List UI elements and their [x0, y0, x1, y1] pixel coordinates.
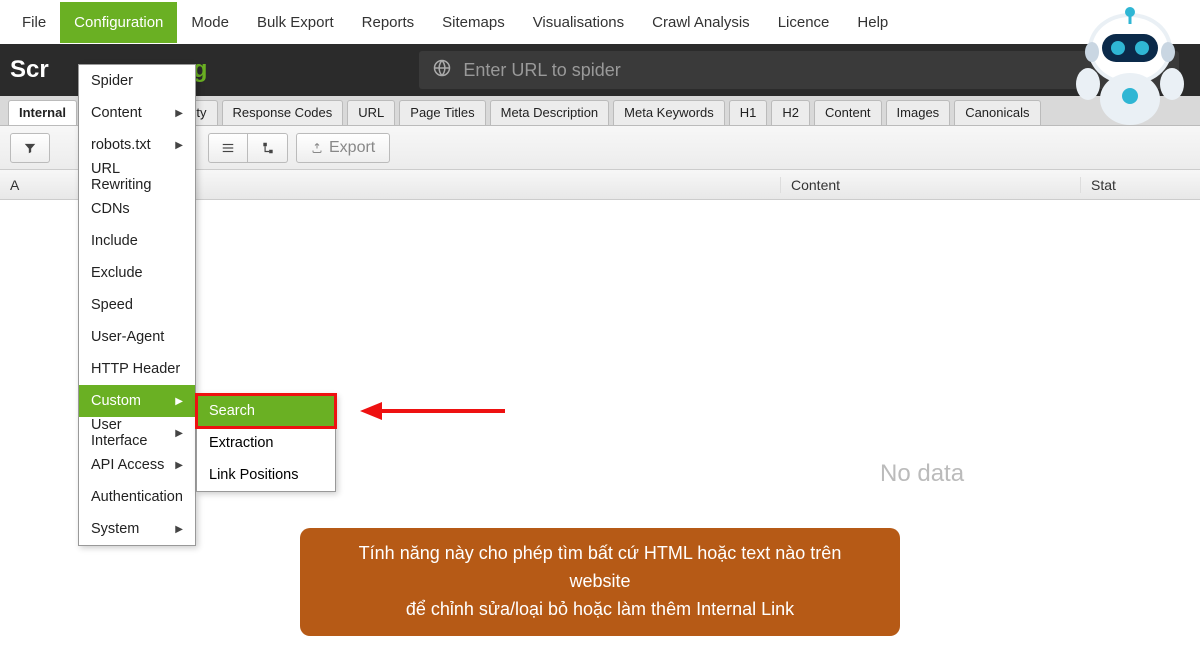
mascot-robot-icon	[1040, 0, 1200, 144]
tab-images[interactable]: Images	[886, 100, 951, 125]
menu-configuration[interactable]: Configuration	[60, 2, 177, 43]
dd-url-rewriting[interactable]: URL Rewriting	[79, 161, 195, 193]
dd-robots[interactable]: robots.txt▶	[79, 129, 195, 161]
menu-help[interactable]: Help	[843, 2, 902, 43]
tab-response-codes[interactable]: Response Codes	[222, 100, 344, 125]
menu-sitemaps[interactable]: Sitemaps	[428, 2, 519, 43]
chevron-right-icon: ▶	[175, 140, 183, 151]
chevron-right-icon: ▶	[175, 460, 183, 471]
dd-speed[interactable]: Speed	[79, 289, 195, 321]
menu-licence[interactable]: Licence	[764, 2, 844, 43]
menu-file[interactable]: File	[8, 2, 60, 43]
dd-user-interface[interactable]: User Interface▶	[79, 417, 195, 449]
menu-bulk-export[interactable]: Bulk Export	[243, 2, 348, 43]
no-data-label: No data	[880, 460, 964, 488]
globe-icon	[433, 59, 451, 82]
dd-api-access[interactable]: API Access▶	[79, 449, 195, 481]
menubar: File Configuration Mode Bulk Export Repo…	[0, 0, 1200, 44]
filter-button[interactable]	[10, 133, 50, 163]
annotation-caption: Tính năng này cho phép tìm bất cứ HTML h…	[300, 528, 900, 636]
menu-mode[interactable]: Mode	[177, 2, 243, 43]
chevron-right-icon: ▶	[175, 396, 183, 407]
column-content[interactable]: Content	[781, 177, 1081, 193]
tree-view-button[interactable]	[248, 133, 288, 163]
configuration-dropdown: Spider Content▶ robots.txt▶ URL Rewritin…	[78, 64, 196, 546]
tab-content[interactable]: Content	[814, 100, 882, 125]
submenu-search[interactable]: Search	[197, 395, 335, 427]
dd-exclude[interactable]: Exclude	[79, 257, 195, 289]
list-view-button[interactable]	[208, 133, 248, 163]
dd-custom[interactable]: Custom▶	[79, 385, 195, 417]
tab-canonicals[interactable]: Canonicals	[954, 100, 1040, 125]
chevron-right-icon: ▶	[175, 428, 183, 439]
tab-h1[interactable]: H1	[729, 100, 768, 125]
dd-cdns[interactable]: CDNs	[79, 193, 195, 225]
tab-h2[interactable]: H2	[771, 100, 810, 125]
dd-user-agent[interactable]: User-Agent	[79, 321, 195, 353]
tab-url[interactable]: URL	[347, 100, 395, 125]
export-button[interactable]: Export	[296, 133, 390, 163]
annotation-arrow	[360, 396, 510, 431]
caption-line1: Tính năng này cho phép tìm bất cứ HTML h…	[326, 540, 874, 596]
menu-reports[interactable]: Reports	[348, 2, 429, 43]
column-status[interactable]: Stat	[1081, 177, 1200, 193]
view-toggle-group	[208, 133, 288, 163]
dd-http-header[interactable]: HTTP Header	[79, 353, 195, 385]
submenu-link-positions[interactable]: Link Positions	[197, 459, 335, 491]
tab-internal[interactable]: Internal	[8, 100, 77, 125]
submenu-extraction[interactable]: Extraction	[197, 427, 335, 459]
logo-part1: Scr	[10, 56, 49, 84]
chevron-right-icon: ▶	[175, 524, 183, 535]
tab-meta-keywords[interactable]: Meta Keywords	[613, 100, 725, 125]
dd-spider[interactable]: Spider	[79, 65, 195, 97]
tab-meta-description[interactable]: Meta Description	[490, 100, 610, 125]
custom-submenu: Search Extraction Link Positions	[196, 394, 336, 492]
dd-include[interactable]: Include	[79, 225, 195, 257]
menu-visualisations[interactable]: Visualisations	[519, 2, 638, 43]
menu-crawl-analysis[interactable]: Crawl Analysis	[638, 2, 764, 43]
tab-page-titles[interactable]: Page Titles	[399, 100, 485, 125]
caption-line2: để chỉnh sửa/loại bỏ hoặc làm thêm Inter…	[326, 596, 874, 624]
dd-system[interactable]: System▶	[79, 513, 195, 545]
dd-authentication[interactable]: Authentication	[79, 481, 195, 513]
dd-content[interactable]: Content▶	[79, 97, 195, 129]
chevron-right-icon: ▶	[175, 108, 183, 119]
export-label: Export	[329, 139, 375, 157]
